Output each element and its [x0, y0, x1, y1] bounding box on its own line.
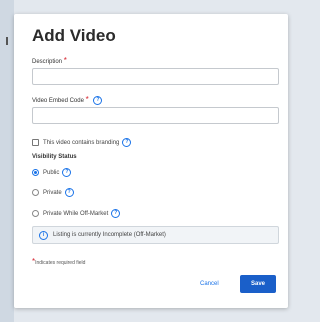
embed-code-label: Video Embed Code * ?	[32, 95, 103, 105]
radio-label: Private	[43, 189, 62, 196]
branding-checkbox-row[interactable]: This video contains branding ?	[32, 138, 132, 147]
embed-code-input[interactable]	[32, 107, 279, 124]
branding-label: This video contains branding	[43, 139, 120, 146]
add-video-modal: Add Video Description * Video Embed Code…	[14, 14, 288, 308]
description-input[interactable]	[32, 68, 279, 85]
notice-text: Listing is currently Incomplete (Off-Mar…	[53, 232, 166, 238]
cancel-button[interactable]: Cancel	[200, 281, 219, 287]
description-label: Description *	[32, 56, 67, 66]
radio-label: Public	[43, 169, 60, 176]
listing-status-notice: i Listing is currently Incomplete (Off-M…	[32, 226, 279, 244]
help-icon[interactable]: ?	[62, 168, 72, 177]
radio-private[interactable]	[32, 189, 39, 196]
background-edge-marker	[6, 37, 8, 45]
help-icon[interactable]: ?	[93, 96, 103, 105]
visibility-option-private-off-market[interactable]: Private While Off-Market ?	[32, 209, 121, 218]
required-asterisk: *	[85, 95, 89, 105]
help-icon[interactable]: ?	[111, 209, 121, 218]
modal-title: Add Video	[32, 26, 116, 45]
required-field-note: *Indicates required field	[32, 257, 86, 267]
required-asterisk: *	[63, 56, 67, 65]
visibility-status-heading: Visibility Status	[32, 154, 77, 160]
branding-checkbox[interactable]	[32, 139, 39, 146]
page-backdrop	[0, 0, 14, 322]
save-button[interactable]: Save	[240, 275, 276, 293]
visibility-option-public[interactable]: Public ?	[32, 168, 72, 177]
visibility-option-private[interactable]: Private ?	[32, 188, 74, 197]
help-icon[interactable]: ?	[122, 138, 132, 147]
radio-public[interactable]	[32, 169, 39, 176]
info-icon: i	[39, 230, 48, 240]
radio-label: Private While Off-Market	[43, 210, 109, 217]
radio-private-off-market[interactable]	[32, 210, 39, 217]
help-icon[interactable]: ?	[64, 188, 74, 197]
